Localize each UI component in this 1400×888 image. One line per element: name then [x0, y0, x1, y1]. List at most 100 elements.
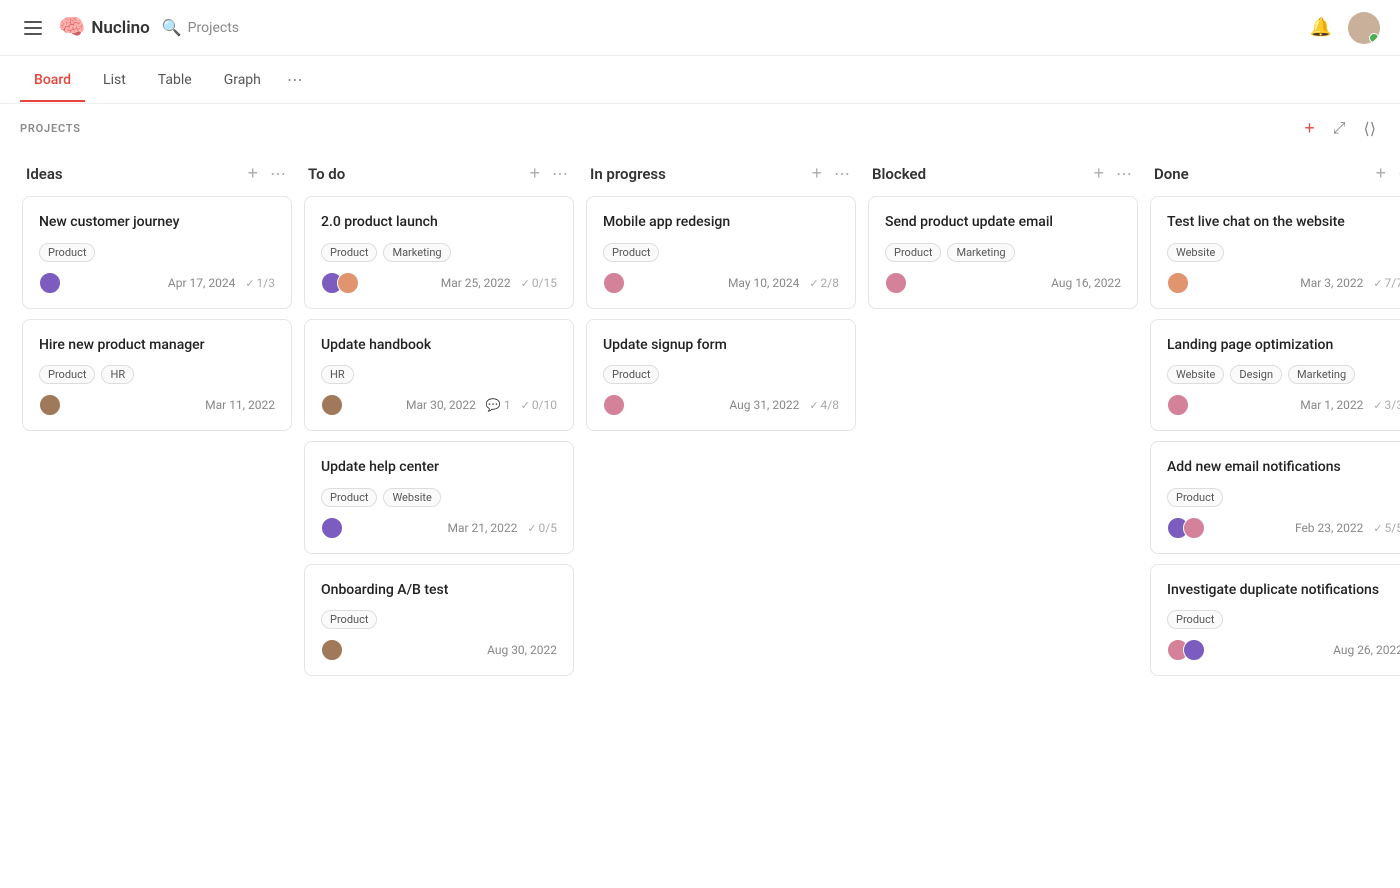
column-actions: +⋯: [809, 161, 852, 186]
card-avatars: [321, 272, 353, 294]
check-icon: ✓: [527, 522, 536, 535]
card[interactable]: Update signup formProductAug 31, 2022✓4/…: [586, 319, 856, 432]
projects-label: PROJECTS: [20, 122, 81, 135]
tab-table[interactable]: Table: [144, 58, 206, 102]
column-add-button[interactable]: +: [809, 161, 824, 186]
card-avatars: [39, 394, 55, 416]
card-footer: Mar 30, 2022💬 1✓0/10: [321, 394, 557, 416]
column-header: Blocked+⋯: [868, 153, 1138, 196]
card[interactable]: Hire new product managerProductHRMar 11,…: [22, 319, 292, 432]
column-add-button[interactable]: +: [1373, 161, 1388, 186]
check-icon: ✓: [809, 399, 818, 412]
card-tag: Product: [885, 243, 941, 262]
card-checks: ✓7/7: [1373, 276, 1400, 290]
card-tags: HR: [321, 365, 557, 384]
column-more-button[interactable]: ⋯: [1396, 162, 1400, 186]
card-tag: HR: [101, 365, 134, 384]
projects-actions: + ⤢ ⟨⟩: [1300, 116, 1380, 141]
menu-button[interactable]: [20, 17, 46, 39]
column-more-button[interactable]: ⋯: [1114, 162, 1134, 186]
card-meta: Mar 25, 2022✓0/15: [441, 276, 557, 290]
card-date: Mar 11, 2022: [205, 398, 275, 412]
card-avatars: [603, 272, 619, 294]
column-todo: To do+⋯2.0 product launchProductMarketin…: [304, 153, 574, 868]
tab-list[interactable]: List: [89, 58, 140, 102]
card-title: Send product update email: [885, 213, 1121, 233]
card-avatar: [885, 272, 907, 294]
card-meta: Apr 17, 2024 ✓1/3: [168, 276, 275, 290]
tab-board[interactable]: Board: [20, 58, 85, 102]
card-checks: ✓1/3: [245, 276, 275, 290]
card-tag: Product: [321, 488, 377, 507]
card[interactable]: Onboarding A/B testProductAug 30, 2022: [304, 564, 574, 677]
user-avatar[interactable]: [1348, 12, 1380, 44]
card-avatar: [603, 394, 625, 416]
column-actions: +⋯: [527, 161, 570, 186]
comment-icon: 💬: [486, 398, 501, 412]
card-footer: Aug 26, 2022: [1167, 639, 1400, 661]
tab-graph[interactable]: Graph: [210, 58, 275, 102]
column-add-button[interactable]: +: [245, 161, 260, 186]
card-checks: ✓4/8: [809, 398, 839, 412]
card-footer: Mar 11, 2022: [39, 394, 275, 416]
card-tag: Product: [321, 243, 377, 262]
card-avatar: [39, 394, 61, 416]
card-avatars: [321, 394, 337, 416]
card-footer: Aug 16, 2022: [885, 272, 1121, 294]
card[interactable]: 2.0 product launchProductMarketingMar 25…: [304, 196, 574, 309]
card[interactable]: Update help center Product Website Mar 21, …: [304, 441, 574, 554]
projects-header: PROJECTS + ⤢ ⟨⟩: [0, 104, 1400, 153]
card-date: Apr 17, 2024: [168, 276, 235, 290]
card-tag: Product: [39, 365, 95, 384]
card[interactable]: Investigate duplicate notificationsProdu…: [1150, 564, 1400, 677]
search-area[interactable]: 🔍 Projects: [162, 18, 239, 37]
card[interactable]: Send product update email Product Marketin…: [868, 196, 1138, 309]
card[interactable]: Landing page optimization WebsiteDesignMa…: [1150, 319, 1400, 432]
column-title: Done: [1154, 165, 1189, 183]
add-project-button[interactable]: +: [1300, 116, 1319, 141]
card-avatars: [39, 272, 55, 294]
card-date: May 10, 2024: [728, 276, 799, 290]
column-more-button[interactable]: ⋯: [832, 162, 852, 186]
column-more-button[interactable]: ⋯: [550, 162, 570, 186]
card-footer: Aug 30, 2022: [321, 639, 557, 661]
column-header: Done + ⋯: [1150, 153, 1400, 196]
card-tag: Product: [39, 243, 95, 262]
collapse-button[interactable]: ⟨⟩: [1360, 117, 1380, 141]
card-checks: ✓5/5: [1373, 521, 1400, 535]
tab-more-button[interactable]: ⋯: [279, 56, 311, 103]
card-title: Update handbook: [321, 336, 557, 356]
column-actions: +⋯: [245, 161, 288, 186]
column-add-button[interactable]: +: [1091, 161, 1106, 186]
card-tags: Product: [321, 610, 557, 629]
notifications-button[interactable]: 🔔: [1310, 17, 1332, 38]
expand-button[interactable]: ⤢: [1329, 118, 1350, 140]
card-tag: Product: [603, 365, 659, 384]
card[interactable]: Mobile app redesignProductMay 10, 2024✓2…: [586, 196, 856, 309]
card-tag: Marketing: [947, 243, 1014, 262]
card-meta: Mar 1, 2022✓3/3: [1300, 398, 1400, 412]
column-add-button[interactable]: +: [527, 161, 542, 186]
card-tags: Product: [603, 243, 839, 262]
card-avatars: [603, 394, 619, 416]
card-checks: ✓0/5: [527, 521, 557, 535]
card-avatar: [321, 394, 343, 416]
column-ideas: Ideas+⋯New customer journeyProductApr 17…: [22, 153, 292, 868]
card[interactable]: Add new email notificationsProductFeb 23…: [1150, 441, 1400, 554]
card-tag: Product: [1167, 610, 1223, 629]
card[interactable]: New customer journeyProductApr 17, 2024✓…: [22, 196, 292, 309]
card[interactable]: Test live chat on the websiteWebsiteMar …: [1150, 196, 1400, 309]
column-more-button[interactable]: ⋯: [268, 162, 288, 186]
card-tags: Product HR: [39, 365, 275, 384]
card-avatars: [1167, 394, 1183, 416]
card-tag: Website: [383, 488, 440, 507]
card-tags: WebsiteDesignMarketing: [1167, 365, 1400, 384]
card-date: Mar 21, 2022: [447, 521, 517, 535]
card-footer: Aug 31, 2022✓4/8: [603, 394, 839, 416]
card-title: Test live chat on the website: [1167, 213, 1400, 233]
card[interactable]: Update handbook HR Mar 30, 2022💬 1✓0/10: [304, 319, 574, 432]
card-meta: Mar 21, 2022 ✓0/5: [447, 521, 557, 535]
card-title: Landing page optimization: [1167, 336, 1400, 356]
card-avatar: [1167, 394, 1189, 416]
card-title: Update help center: [321, 458, 557, 478]
